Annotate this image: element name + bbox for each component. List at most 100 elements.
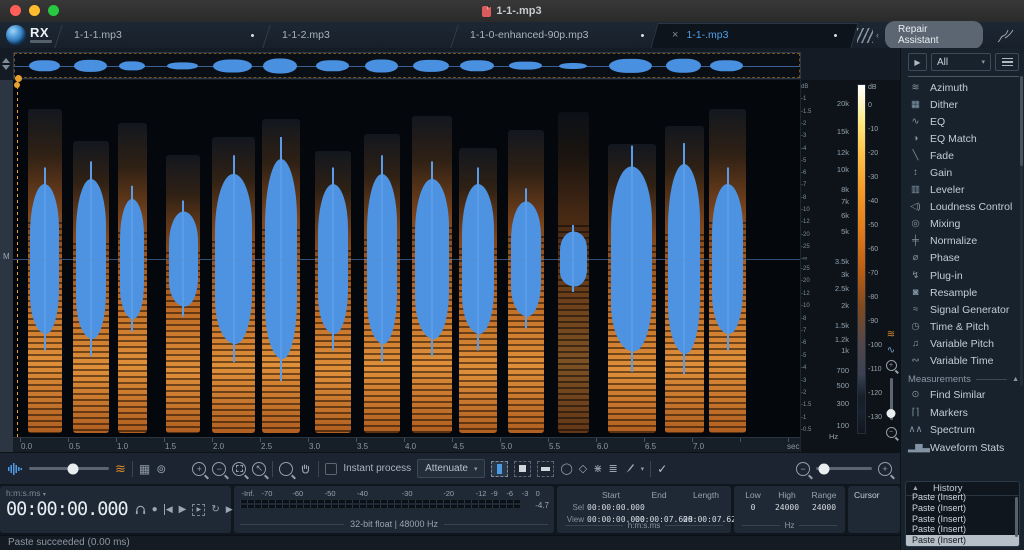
time-ruler[interactable]: 0.0 0.5 1.0 1.5 2.0 2.5 3.0 3.5 4.0 4.5 5.0 5.5 6.0 6… <box>13 437 800 453</box>
spectrogram-view-icon[interactable]: ≋ <box>887 328 895 341</box>
grid-settings-icon[interactable]: ▦ <box>139 463 150 475</box>
sidebar-module-azimuth[interactable]: ≋ Azimuth <box>908 79 1019 96</box>
wave-spectro-blend-slider[interactable] <box>29 463 109 474</box>
hamburger-menu-icon[interactable] <box>995 53 1019 71</box>
magnify-tool-icon[interactable] <box>279 461 294 476</box>
zoom-in-icon[interactable]: + <box>192 461 207 476</box>
history-item[interactable]: Paste (Insert) <box>906 524 1019 535</box>
record-button[interactable]: ● <box>152 504 158 515</box>
hand-tool-icon[interactable] <box>299 462 312 475</box>
module-filter-select[interactable]: All ▾ <box>931 53 991 71</box>
overview-collapse-control[interactable] <box>2 56 12 74</box>
sidebar-module-variable-pitch[interactable]: ♫ Variable Pitch <box>908 335 1019 352</box>
sidebar-module-dither[interactable]: ▦ Dither <box>908 96 1019 113</box>
loop-button[interactable]: ↻ <box>211 504 219 515</box>
sidebar-module-eq-match[interactable]: ◑ EQ Match <box>908 130 1019 147</box>
sidebar-module-resample[interactable]: ◙ Resample <box>908 284 1019 301</box>
history-scrollbar[interactable] <box>1015 497 1018 537</box>
overview-playhead-marker[interactable] <box>15 75 22 82</box>
file-tab[interactable]: × 1-1-.mp3 <box>658 22 851 48</box>
time-selection-tool[interactable] <box>491 460 509 477</box>
freq-tick-label: 1k <box>841 346 849 356</box>
sidebar-scrollbar[interactable] <box>1020 76 1023 386</box>
history-item[interactable]: Paste (Insert) <box>906 514 1019 525</box>
freq-tick-label: 500 <box>836 380 849 390</box>
zoom-fit-icon[interactable]: ↖ <box>252 461 267 476</box>
sidebar-module-signal-generator[interactable]: ≈ Signal Generator <box>908 301 1019 318</box>
sidebar-module-eq[interactable]: ∿ EQ <box>908 113 1019 130</box>
sidebar-measure-find-similar[interactable]: ⊙ Find Similar <box>908 387 1019 405</box>
file-tab[interactable]: 1-1-2.mp3 <box>268 22 456 48</box>
horizontal-zoom-slider[interactable] <box>816 463 872 474</box>
magic-wand-tool-icon[interactable]: ◇ <box>579 462 587 475</box>
sidebar-module-leveler[interactable]: ▥ Leveler <box>908 182 1019 199</box>
sidebar-module-mixing[interactable]: ◎ Mixing <box>908 216 1019 233</box>
go-to-start-button[interactable]: ◀ <box>163 504 173 515</box>
sidebar-measure-waveform-stats[interactable]: ▂▆▃ Waveform Stats <box>908 439 1019 457</box>
sidebar-module-loudness-control[interactable]: ◁) Loudness Control <box>908 199 1019 216</box>
adjust-lines-tool-icon[interactable]: ≣ <box>608 462 617 475</box>
blend-slider-knob[interactable] <box>67 463 79 474</box>
zoom-out-vertical-icon[interactable]: − <box>885 427 897 438</box>
tab-overflow-icon[interactable]: ‹ <box>857 27 879 43</box>
lasso-tool-icon[interactable]: ◯ <box>560 462 572 475</box>
confirm-selection-icon[interactable]: ✓ <box>657 462 667 476</box>
play-selection-button[interactable]: ▶ <box>192 503 206 516</box>
file-tab[interactable]: 1-1-1.mp3 <box>60 22 268 48</box>
sidebar-module-normalize[interactable]: ╪ Normalize <box>908 233 1019 250</box>
playhead-line[interactable] <box>17 80 18 437</box>
meter-scale-label: -40 <box>357 489 368 498</box>
vertical-zoom-knob[interactable] <box>886 409 896 418</box>
waveform-view-icon[interactable]: ∿ <box>887 345 895 356</box>
horizontal-zoom-knob[interactable] <box>818 463 830 474</box>
time-frequency-selection-tool[interactable] <box>514 460 532 477</box>
vertical-zoom-slider[interactable] <box>886 378 896 420</box>
process-mode-select[interactable]: Attenuate ▾ <box>417 459 486 478</box>
meter-scale-label: -3 <box>521 489 529 498</box>
tab-close-icon[interactable]: × <box>672 29 678 41</box>
wand-star-tool-icon[interactable]: ⋇ <box>593 462 602 475</box>
sidebar-module-variable-time[interactable]: ∾ Variable Time <box>908 353 1019 370</box>
frequency-selection-tool[interactable] <box>537 460 555 477</box>
zoom-selection-icon[interactable] <box>232 461 247 476</box>
waveform-blend-icon[interactable] <box>8 462 23 475</box>
sidebar-measure-spectrum[interactable]: ∧∧ Spectrum <box>908 422 1019 440</box>
preview-play-button[interactable]: ▶ <box>908 53 927 71</box>
sidebar-measure-markers[interactable]: ⌈⌉ Markers <box>908 404 1019 422</box>
sidebar-module-fade[interactable]: ╲ Fade <box>908 147 1019 164</box>
app-tab-bar: RX 1-1-1.mp3 1-1-2.mp3 1-1-0-enhanced-90p.… <box>0 21 1024 49</box>
sidebar-module-phase[interactable]: ⌀ Phase <box>908 250 1019 267</box>
sidebar-module-plug-in[interactable]: ↯ Plug-in <box>908 267 1019 284</box>
brush-tool-icon[interactable] <box>624 463 635 474</box>
zoom-out-icon[interactable]: − <box>212 461 227 476</box>
spectrogram-icon[interactable]: ≋ <box>115 462 126 475</box>
zoom-in-vertical-icon[interactable]: + <box>885 360 897 371</box>
horizontal-zoom-out-icon[interactable]: − <box>796 461 810 476</box>
time-format-label[interactable]: h:m:s.ms <box>6 488 40 498</box>
play-button[interactable]: ▶ <box>179 504 187 515</box>
tf-selection-glyph <box>519 465 527 472</box>
meter-scale-label: -6 <box>506 489 514 498</box>
module-label: Phase <box>930 252 960 265</box>
display-options-icon[interactable]: ⊚ <box>156 463 166 475</box>
history-item[interactable]: Paste (Insert) <box>906 535 1019 546</box>
waveform-overview-strip[interactable] <box>13 52 801 79</box>
monitor-headphones-icon[interactable] <box>135 504 146 515</box>
history-item[interactable]: Paste (Insert) <box>906 503 1019 514</box>
playhead-handle[interactable] <box>14 82 20 88</box>
freq-tick-label: 300 <box>836 398 849 408</box>
history-item[interactable]: Paste (Insert) <box>906 492 1019 503</box>
signature-pen-icon[interactable] <box>997 28 1014 43</box>
spectrogram-canvas[interactable] <box>13 80 800 437</box>
sidebar-module-time-pitch[interactable]: ◷ Time & Pitch <box>908 318 1019 335</box>
instant-process-checkbox[interactable] <box>325 462 338 475</box>
sidebar-module-gain[interactable]: ↕ Gain <box>908 164 1019 181</box>
measurements-header[interactable]: Measurements ▲ <box>908 374 1019 385</box>
freq-col-header: Range <box>811 490 837 500</box>
file-tab[interactable]: 1-1-0-enhanced-90p.mp3 <box>456 22 658 48</box>
horizontal-zoom-in-icon[interactable]: + <box>878 461 892 476</box>
chevron-down-icon[interactable]: ▾ <box>641 465 645 473</box>
repair-assistant-button[interactable]: Repair Assistant <box>885 21 984 49</box>
amp-tick-label: -2 <box>801 390 807 396</box>
history-panel: ▲ History Paste (Insert) Paste (Insert) Pa… <box>905 481 1020 547</box>
